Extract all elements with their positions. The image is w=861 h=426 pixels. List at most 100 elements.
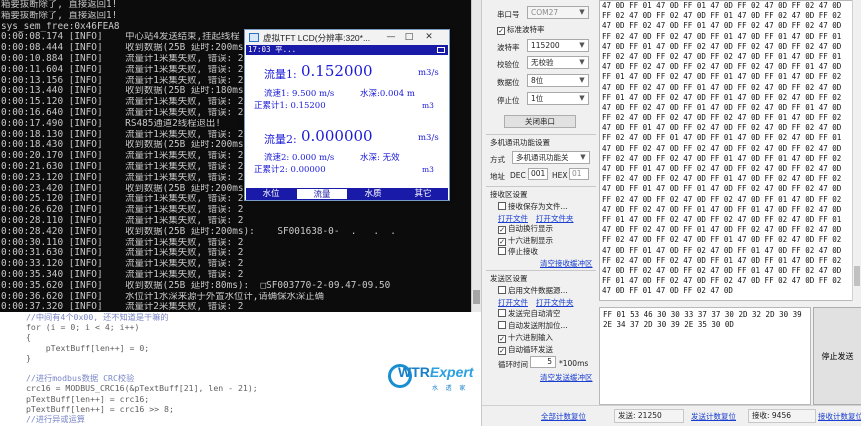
receive-scrollbar[interactable] [852, 0, 861, 301]
console-line: 0:00:37.320 [INFO] 流量计2采集失败, 错误: 2 [1, 302, 244, 312]
clear-recv-link[interactable]: 清空接收缓冲区 [540, 258, 593, 269]
checkbox-empty-icon [498, 202, 506, 210]
auto-loop-checkbox[interactable]: ✓ 自动循环发送 [498, 345, 553, 355]
stop-send-button[interactable]: 停止发送 [813, 307, 861, 405]
lcd-tab-water-quality[interactable]: 水质 [348, 188, 398, 200]
console-line: 0:00:28.420 [INFO] 收到数据(25B 延时:200ms): S… [1, 226, 396, 237]
console-line: 0:00:31.630 [INFO] 流量计1采集失败, 错误: 2 [1, 248, 244, 259]
recv-open-folder-link[interactable]: 打开文件夹 [536, 213, 574, 224]
receive-line: FF 02 47 0D FF 02 47 0D FF 02 47 0D FF 0… [602, 194, 842, 204]
console-line: 0:00:30.110 [INFO] 流量计1采集失败, 错误: 2 [1, 237, 244, 248]
send-open-folder-link[interactable]: 打开文件夹 [536, 297, 574, 308]
total2-unit: m3 [422, 165, 434, 174]
lcd-titlebar[interactable]: 虚拟TFT LCD(分辨率:320*... — □ ✕ [245, 30, 449, 45]
total2: 正累计2: 0.00000 [254, 165, 326, 175]
chevron-down-icon: ▼ [579, 58, 585, 66]
receive-line: 47 0D FF 01 47 0D FF 02 47 0D FF 01 47 0… [602, 245, 842, 255]
console-line: 0:00:35.340 [INFO] 流量计1采集失败, 错误: 2 [1, 269, 244, 280]
auto-newline-checkbox[interactable]: ✓ 自动换行显示 [498, 224, 553, 234]
multi-section-title: 多机通讯功能设置 [490, 138, 550, 147]
stopbits-label: 停止位 [497, 96, 520, 105]
lcd-tab-bar: 水位 流量 水质 其它 [246, 188, 448, 200]
send-section-title: 发送区设置 [490, 274, 528, 283]
console-line: 箱要拔断除了, 直接返回1! [1, 10, 118, 21]
lcd-simulator-window[interactable]: 虚拟TFT LCD(分辨率:320*... — □ ✕ 17:03 平... 流… [244, 29, 450, 201]
reset-send-count-link[interactable]: 发送计数复位 [691, 411, 736, 422]
receive-textarea[interactable]: 47 0D FF 01 47 0D FF 01 47 0D FF 02 47 0… [599, 0, 861, 301]
hex-address-input[interactable]: 01 [569, 168, 589, 180]
receive-line: 47 0D FF 01 47 0D FF 02 47 0D FF 02 47 0… [602, 164, 842, 173]
port-select[interactable]: COM27 ▼ [527, 6, 589, 19]
receive-line: FF 01 47 0D FF 02 47 0D FF 02 47 0D FF 0… [602, 214, 842, 224]
console-scroll-thumb[interactable] [473, 290, 480, 304]
chevron-down-icon: ▼ [579, 76, 585, 84]
code-line: pTextBuff[len++] = 0; [26, 342, 150, 353]
recv-open-file-link[interactable]: 打开文件 [498, 213, 528, 224]
receive-line: FF 01 47 0D FF 02 47 0D FF 01 47 0D FF 0… [602, 72, 842, 82]
hex-display-checkbox[interactable]: ✓ 十六进制显示 [498, 236, 553, 246]
receive-line: 47 0D FF 02 47 0D FF 01 47 0D FF 01 47 0… [602, 204, 842, 214]
clear-send-link[interactable]: 清空发送缓冲区 [540, 372, 593, 383]
receive-line: 47 0D FF 02 47 0D FF 01 47 0D FF 02 47 0… [602, 82, 842, 92]
hex-label: HEX [552, 171, 568, 180]
mode-select[interactable]: 多机通讯功能关 ▼ [512, 151, 590, 164]
hex-send-checkbox[interactable]: ✓ 十六进制输入 [498, 333, 553, 343]
send-textarea[interactable]: FF 01 53 46 30 30 33 37 37 30 2D 32 2D 3… [599, 307, 811, 405]
status-bar: 全部计数复位 发送: 21250 发送计数复位 接收: 9456 接收计数复位 [482, 405, 861, 426]
total1: 正累计1: 0.15200 [254, 101, 326, 111]
code-line: for (i = 0; i < 4; i++) [26, 322, 140, 333]
checkbox-checked-icon: ✓ [498, 238, 506, 246]
send-auto-clear-checkbox[interactable]: 发送完自动清空 [498, 309, 561, 318]
baud-select[interactable]: 115200 ▼ [527, 39, 589, 52]
code-editor[interactable]: //中间有4个0x00, 还不知道是干嘛的 for (i = 0; i < 4; … [0, 312, 481, 426]
receive-line: FF 01 47 0D FF 02 47 0D FF 01 47 0D FF 0… [602, 92, 842, 102]
depth2: 水深: 无效 [360, 153, 400, 163]
receive-line: 47 0D FF 02 47 0D FF 01 47 0D FF 02 47 0… [602, 21, 842, 31]
flow1-unit: m3/s [418, 68, 439, 78]
receive-line: 47 0D FF 01 47 0D FF 02 47 0D [602, 286, 733, 296]
pause-recv-checkbox[interactable]: 停止接收 [498, 247, 538, 256]
recv-section-title: 接收区设置 [490, 190, 528, 199]
console-line: 0:00:26.620 [INFO] 流量计1采集失败, 错误: 2 [1, 205, 244, 216]
standard-baud-checkbox[interactable]: ✓ 标准波特率 [497, 25, 545, 35]
recv-to-file-checkbox[interactable]: 接收保存为文件... [498, 202, 568, 211]
send-open-file-link[interactable]: 打开文件 [498, 297, 528, 308]
checkbox-checked-icon: ✓ [498, 335, 506, 343]
stopbits-select[interactable]: 1位 ▼ [527, 92, 589, 105]
lcd-tab-water-level[interactable]: 水位 [246, 188, 296, 200]
lcd-status-bar: 17:03 平... [246, 45, 448, 55]
databits-select[interactable]: 8位 ▼ [527, 74, 589, 87]
code-line: //中间有4个0x00, 还不知道是干嘛的 [26, 312, 169, 322]
checkbox-checked-icon: ✓ [498, 347, 506, 355]
auto-send-append-checkbox[interactable]: 自动发送附加位... [498, 321, 568, 330]
lcd-tab-flow[interactable]: 流量 [296, 188, 348, 200]
reset-all-counts-link[interactable]: 全部计数复位 [541, 411, 586, 422]
checkbox-empty-icon [498, 321, 506, 329]
lcd-window-title: 虚拟TFT LCD(分辨率:320*... [263, 33, 371, 43]
parity-select[interactable]: 无校验 ▼ [527, 56, 589, 69]
chevron-down-icon: ▼ [579, 94, 585, 102]
console-scrollbar[interactable] [471, 0, 481, 312]
receive-line: 47 0D FF 02 47 0D FF 02 47 0D FF 02 47 0… [602, 143, 842, 153]
checkbox-empty-icon [498, 286, 506, 294]
battery-icon [437, 47, 445, 53]
send-file-checkbox[interactable]: 启用文件数据源... [498, 286, 568, 295]
dec-address-input[interactable]: 001 [528, 168, 548, 180]
code-line: pTextBuff[len++] = crc16 >> 8; [26, 403, 174, 414]
receive-line: FF 01 47 0D FF 02 47 0D FF 02 47 0D FF 0… [602, 276, 842, 286]
receive-line: FF 02 47 0D FF 02 47 0D FF 01 47 0D FF 0… [602, 31, 842, 41]
recv-count: 接收: 9456 [748, 409, 816, 423]
lcd-tab-other[interactable]: 其它 [398, 188, 448, 200]
receive-scroll-thumb[interactable] [854, 266, 860, 286]
checkbox-empty-icon [498, 247, 506, 255]
flow2-value: 0.000000 [301, 127, 373, 145]
parity-label: 校验位 [497, 60, 520, 69]
minimize-icon[interactable]: — [383, 31, 399, 44]
close-icon[interactable]: ✕ [421, 31, 437, 44]
maximize-icon[interactable]: □ [401, 31, 417, 44]
reset-recv-count-link[interactable]: 接收计数复位 [818, 411, 861, 422]
loop-time-input[interactable]: 5 [530, 356, 556, 368]
receive-line: FF 02 47 0D FF 02 47 0D FF 01 47 0D FF 0… [602, 153, 842, 163]
logo-word: WTRExpert [398, 364, 474, 380]
close-port-button[interactable]: 关闭串口 [504, 115, 576, 128]
